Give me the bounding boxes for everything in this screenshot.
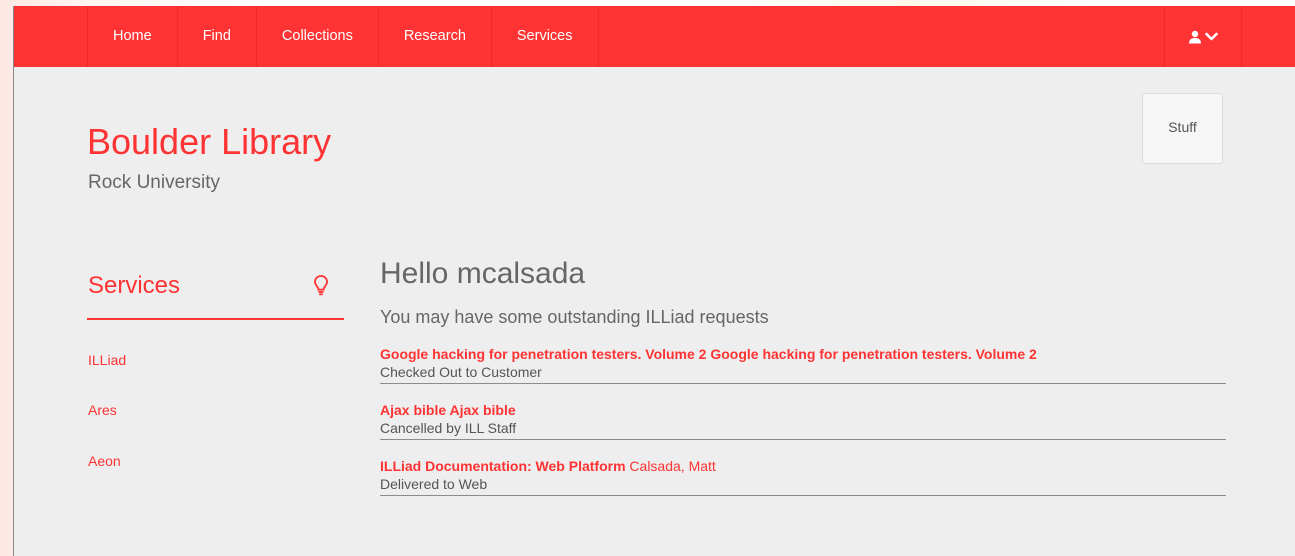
request-title-line: Google hacking for penetration testers. …: [380, 345, 1226, 363]
request-status: Cancelled by ILL Staff: [380, 420, 517, 436]
nav-item-research[interactable]: Research: [379, 6, 492, 67]
request-title-link[interactable]: ILLiad Documentation: Web Platform: [380, 458, 626, 474]
request-title-link[interactable]: Google hacking for penetration testers. …: [380, 346, 1037, 362]
sidebar-item-ares[interactable]: Ares: [88, 401, 117, 419]
user-menu-button[interactable]: [1164, 6, 1242, 67]
request-title-line: Ajax bible Ajax bible: [380, 401, 1226, 419]
stuff-button[interactable]: Stuff: [1142, 93, 1223, 164]
sidebar-divider: [87, 318, 344, 320]
nav-item-find[interactable]: Find: [178, 6, 257, 67]
request-item: ILLiad Documentation: Web Platform Calsa…: [380, 457, 1226, 496]
sidebar-item-illiad[interactable]: ILLiad: [88, 351, 126, 369]
request-item: Google hacking for penetration testers. …: [380, 345, 1226, 384]
request-item: Ajax bible Ajax bible Cancelled by ILL S…: [380, 401, 1226, 440]
request-title-line: ILLiad Documentation: Web Platform Calsa…: [380, 457, 1226, 475]
requests-intro: You may have some outstanding ILLiad req…: [380, 307, 769, 327]
site-subtitle: Rock University: [88, 172, 220, 193]
sidebar-heading: Services: [88, 272, 181, 299]
request-title-link[interactable]: Ajax bible Ajax bible: [380, 402, 516, 418]
request-status: Checked Out to Customer: [380, 364, 542, 380]
nav-item-collections[interactable]: Collections: [257, 6, 379, 67]
top-navbar: Home Find Collections Research Services: [14, 6, 1295, 67]
greeting-heading: Hello mcalsada: [380, 257, 586, 290]
sidebar-item-aeon[interactable]: Aeon: [88, 452, 121, 470]
site-title: Boulder Library: [87, 121, 332, 162]
lightbulb-icon: [314, 275, 328, 296]
request-status: Delivered to Web: [380, 476, 488, 492]
chevron-down-icon: [1205, 32, 1218, 40]
request-author: Calsada, Matt: [629, 458, 716, 474]
user-icon: [1189, 30, 1201, 43]
browser-page: Home Find Collections Research Services …: [13, 6, 1295, 556]
nav-item-services[interactable]: Services: [492, 6, 599, 67]
nav-item-home[interactable]: Home: [88, 6, 178, 67]
nav-menu: Home Find Collections Research Services: [87, 6, 599, 67]
